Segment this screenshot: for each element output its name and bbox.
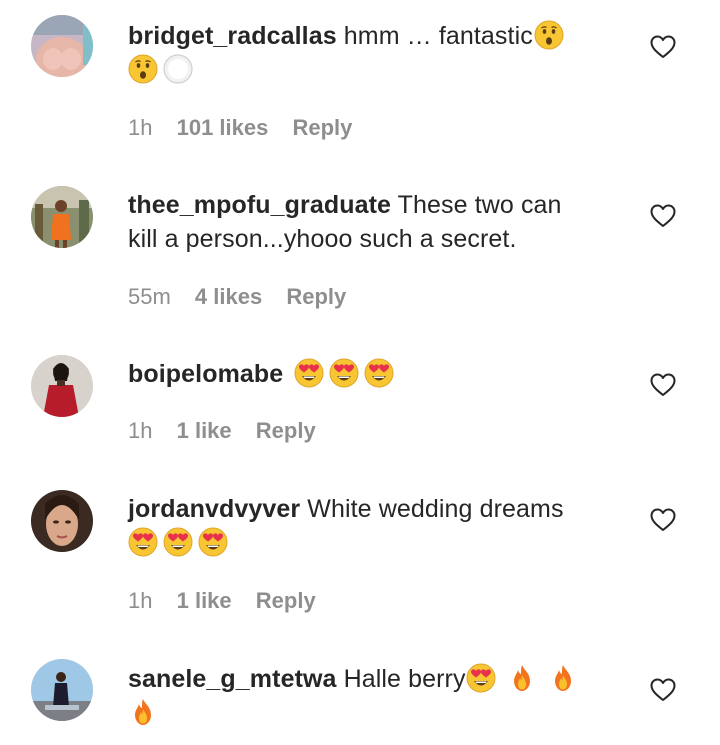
- fire-emoji: [548, 663, 578, 693]
- fire-emoji: [507, 663, 537, 693]
- comment-time: 55m: [128, 284, 171, 309]
- heart-eyes-emoji: [294, 358, 324, 388]
- comment-time: 1h: [128, 588, 153, 613]
- comment-likes[interactable]: 1 like: [177, 588, 232, 613]
- reply-button[interactable]: Reply: [256, 418, 316, 443]
- comment-time: 1h: [128, 115, 153, 140]
- heart-outline-icon[interactable]: [650, 35, 676, 59]
- avatar[interactable]: [31, 490, 93, 552]
- comment-likes[interactable]: 1 like: [177, 418, 232, 443]
- comment-text: White wedding dreams: [307, 495, 564, 523]
- comment-time: 1h: [128, 418, 153, 443]
- reply-button[interactable]: Reply: [292, 115, 352, 140]
- comment-body: sanele_g_mtetwa Halle berry: [128, 662, 618, 730]
- comment-meta: 55m 4 likes Reply: [128, 283, 364, 311]
- comment-likes[interactable]: 4 likes: [195, 284, 262, 309]
- comment-likes[interactable]: 101 likes: [177, 115, 269, 140]
- heart-outline-icon[interactable]: [650, 508, 676, 532]
- heart-eyes-emoji: [128, 527, 158, 557]
- heart-eyes-emoji: [198, 527, 228, 557]
- comment-text: kill a person...yhooo such a secret.: [128, 225, 517, 253]
- comment-body: jordanvdvyver White wedding dreams: [128, 492, 618, 560]
- comment-username[interactable]: bridget_radcallas: [128, 22, 337, 50]
- heart-outline-icon[interactable]: [650, 678, 676, 702]
- avatar[interactable]: [31, 659, 93, 721]
- avatar[interactable]: [31, 355, 93, 417]
- white-circle-emoji: [163, 54, 193, 84]
- comment-username[interactable]: thee_mpofu_graduate: [128, 191, 391, 219]
- avatar[interactable]: [31, 15, 93, 77]
- avatar[interactable]: [31, 186, 93, 248]
- comment-body: thee_mpofu_graduate These two can kill a…: [128, 188, 618, 256]
- heart-eyes-emoji: [163, 527, 193, 557]
- comment-meta: 1h 1 like Reply: [128, 417, 334, 445]
- heart-eyes-emoji: [364, 358, 394, 388]
- comment-text: hmm … fantastic: [343, 22, 533, 50]
- heart-eyes-emoji: [466, 663, 496, 693]
- comment-body: boipelomabe: [128, 357, 618, 391]
- hushed-face-emoji: [534, 20, 564, 50]
- heart-outline-icon[interactable]: [650, 204, 676, 228]
- heart-outline-icon[interactable]: [650, 373, 676, 397]
- comment-meta: 1h 1 like Reply: [128, 587, 334, 615]
- comment-text: These two can: [397, 191, 562, 219]
- heart-eyes-emoji: [329, 358, 359, 388]
- comment-username[interactable]: jordanvdvyver: [128, 495, 300, 523]
- comment-text: Halle berry: [343, 665, 466, 693]
- comment-username[interactable]: sanele_g_mtetwa: [128, 665, 337, 693]
- comment-body: bridget_radcallas hmm … fantastic: [128, 19, 618, 87]
- comment-username[interactable]: boipelomabe: [128, 360, 283, 388]
- reply-button[interactable]: Reply: [286, 284, 346, 309]
- reply-button[interactable]: Reply: [256, 588, 316, 613]
- fire-emoji: [128, 697, 158, 727]
- comment-meta: 1h 101 likes Reply: [128, 114, 370, 142]
- hushed-face-emoji: [128, 54, 158, 84]
